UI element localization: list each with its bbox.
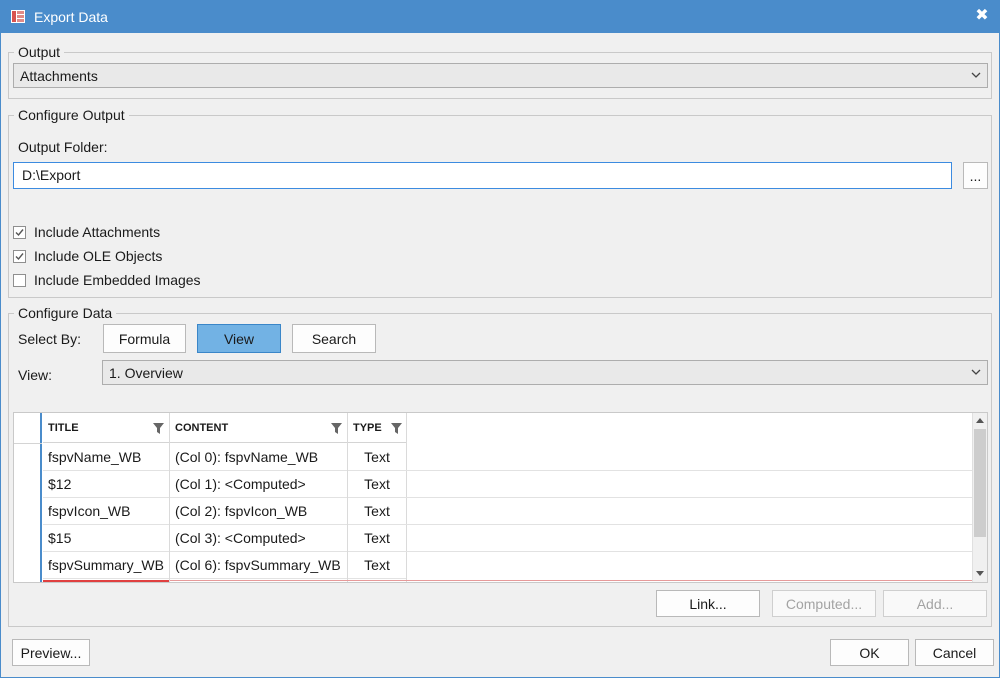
table-row-title[interactable]: fspvName_WB	[43, 444, 169, 471]
add-button[interactable]: Add...	[883, 590, 987, 617]
chevron-down-icon	[971, 68, 981, 82]
close-icon[interactable]: ✖	[973, 7, 991, 25]
cancel-button[interactable]: Cancel	[915, 639, 994, 666]
link-button[interactable]: Link...	[656, 590, 760, 617]
output-legend: Output	[18, 44, 61, 60]
preview-button[interactable]: Preview...	[12, 639, 90, 666]
table-row-type[interactable]: Text	[348, 525, 406, 552]
scroll-thumb[interactable]	[974, 429, 986, 537]
table-row-title[interactable]: fspvIcon_WB	[43, 498, 169, 525]
filter-icon[interactable]	[153, 423, 164, 434]
view-select[interactable]: 1. Overview	[102, 360, 988, 385]
table-row-type[interactable]: Text	[348, 552, 406, 579]
table-row-content[interactable]: (Col 1): <Computed>	[170, 471, 347, 498]
checkmark-icon	[13, 225, 26, 239]
output-select[interactable]: Attachments	[13, 63, 988, 88]
filter-icon[interactable]	[391, 423, 402, 434]
filter-icon[interactable]	[331, 423, 342, 434]
include-attachments-checkbox[interactable]: Include Attachments	[13, 224, 160, 240]
table-row-content[interactable]: (Col 3): <Computed>	[170, 525, 347, 552]
include-embedded-images-label: Include Embedded Images	[34, 272, 201, 288]
table-row-title[interactable]: fspvSummary_WB	[43, 552, 169, 579]
formula-button[interactable]: Formula	[103, 324, 186, 353]
table-row-content[interactable]: (Col 0): fspvName_WB	[170, 444, 347, 471]
search-button[interactable]: Search	[292, 324, 376, 353]
column-header-content-label: CONTENT	[175, 421, 229, 434]
output-folder-label: Output Folder:	[18, 139, 108, 155]
scroll-up-icon[interactable]	[973, 413, 987, 428]
row-divider	[406, 551, 972, 552]
column-header-type-label: TYPE	[353, 421, 382, 434]
include-ole-objects-checkbox[interactable]: Include OLE Objects	[13, 248, 162, 264]
table-row-title[interactable]: $12	[43, 471, 169, 498]
empty-checkbox	[13, 273, 26, 287]
computed-button[interactable]: Computed...	[772, 590, 876, 617]
table-row-title[interactable]: $15	[43, 525, 169, 552]
row-error-indicator	[43, 580, 169, 582]
output-folder-input[interactable]: D:\Export	[13, 162, 952, 189]
table-row-content[interactable]: (Col 6): fspvSummary_WB	[170, 552, 347, 579]
table-row-content[interactable]: (Col 2): fspvIcon_WB	[170, 498, 347, 525]
vertical-scrollbar[interactable]	[972, 413, 987, 582]
configure-data-legend: Configure Data	[18, 305, 113, 321]
checkmark-icon	[13, 249, 26, 263]
output-folder-value: D:\Export	[22, 167, 81, 183]
scroll-down-icon[interactable]	[973, 567, 987, 582]
view-select-value: 1. Overview	[109, 364, 183, 381]
output-select-value: Attachments	[20, 67, 98, 84]
column-header-content[interactable]: CONTENT	[170, 413, 347, 443]
view-label: View:	[18, 367, 52, 383]
ok-button[interactable]: OK	[830, 639, 909, 666]
title-bar: Export Data ✖	[0, 0, 1000, 33]
view-button[interactable]: View	[197, 324, 281, 353]
columns-grid[interactable]: TITLE CONTENT TYPE fspvName_WB (Col 0): …	[13, 412, 988, 583]
table-row-type[interactable]: Text	[348, 498, 406, 525]
app-icon	[11, 10, 25, 23]
chevron-down-icon	[971, 365, 981, 379]
browse-button[interactable]: ...	[963, 162, 988, 189]
window-title: Export Data	[34, 8, 108, 25]
row-divider	[406, 470, 972, 471]
configure-output-group: Configure Output	[8, 107, 992, 298]
table-row-type[interactable]: Text	[348, 444, 406, 471]
select-by-label: Select By:	[18, 331, 82, 347]
column-header-title[interactable]: TITLE	[43, 413, 169, 443]
configure-output-legend: Configure Output	[18, 107, 125, 123]
row-divider	[406, 497, 972, 498]
row-header-line	[14, 443, 42, 444]
column-header-title-label: TITLE	[48, 421, 79, 434]
row-divider	[406, 524, 972, 525]
include-attachments-label: Include Attachments	[34, 224, 161, 240]
include-embedded-images-checkbox[interactable]: Include Embedded Images	[13, 272, 201, 288]
include-ole-objects-label: Include OLE Objects	[34, 248, 163, 264]
row-header-column	[14, 413, 42, 582]
table-row-type[interactable]: Text	[348, 471, 406, 498]
row-bottom-line	[170, 580, 972, 581]
